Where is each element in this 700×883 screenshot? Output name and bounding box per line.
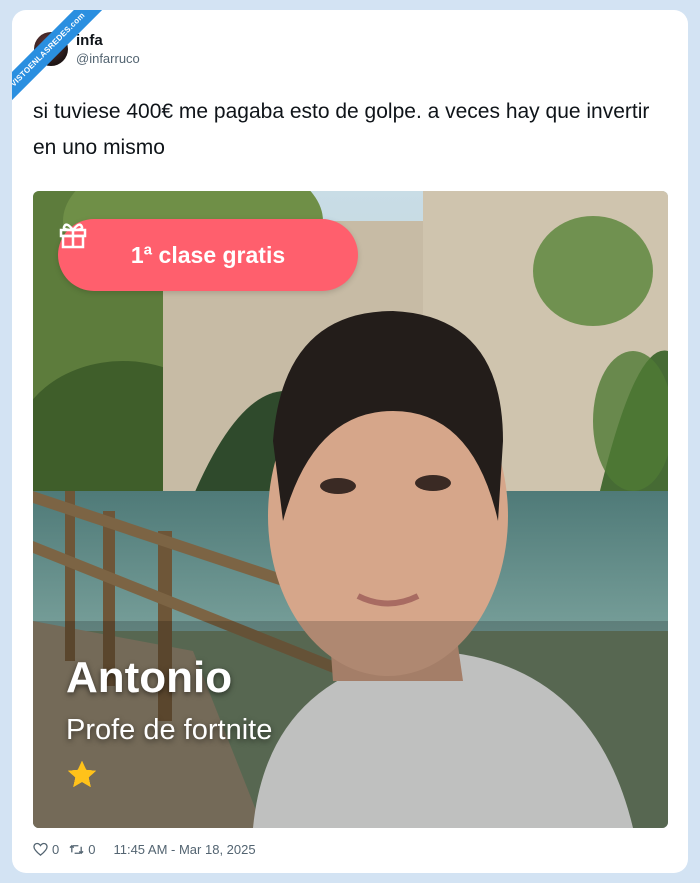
tweet-media[interactable]: 1ª clase gratis Antonio Profe de fortnit… <box>33 191 668 828</box>
tweet-text: si tuviese 400€ me pagaba esto de golpe.… <box>33 100 650 159</box>
timestamp[interactable]: 11:45 AM - Mar 18, 2025 <box>113 842 255 857</box>
retweet-icon[interactable] <box>69 842 84 857</box>
promo-badge[interactable]: 1ª clase gratis <box>58 219 358 291</box>
heart-icon[interactable] <box>33 842 48 857</box>
gift-icon <box>59 223 87 249</box>
like-count: 0 <box>52 842 60 857</box>
star-icon <box>68 761 96 787</box>
display-name[interactable]: infa <box>76 32 103 49</box>
tutor-name: Antonio <box>66 653 233 702</box>
tutor-subject: Profe de fortnite <box>66 714 273 746</box>
tweet-card: VISTOENLASREDES.com infa @infarruco si t… <box>12 10 688 873</box>
user-handle[interactable]: @infarruco <box>76 51 140 66</box>
retweet-count: 0 <box>88 842 96 857</box>
promo-label: 1ª clase gratis <box>130 241 286 268</box>
tweet-footer: 0 0 11:45 AM - Mar 18, 2025 <box>33 842 256 857</box>
